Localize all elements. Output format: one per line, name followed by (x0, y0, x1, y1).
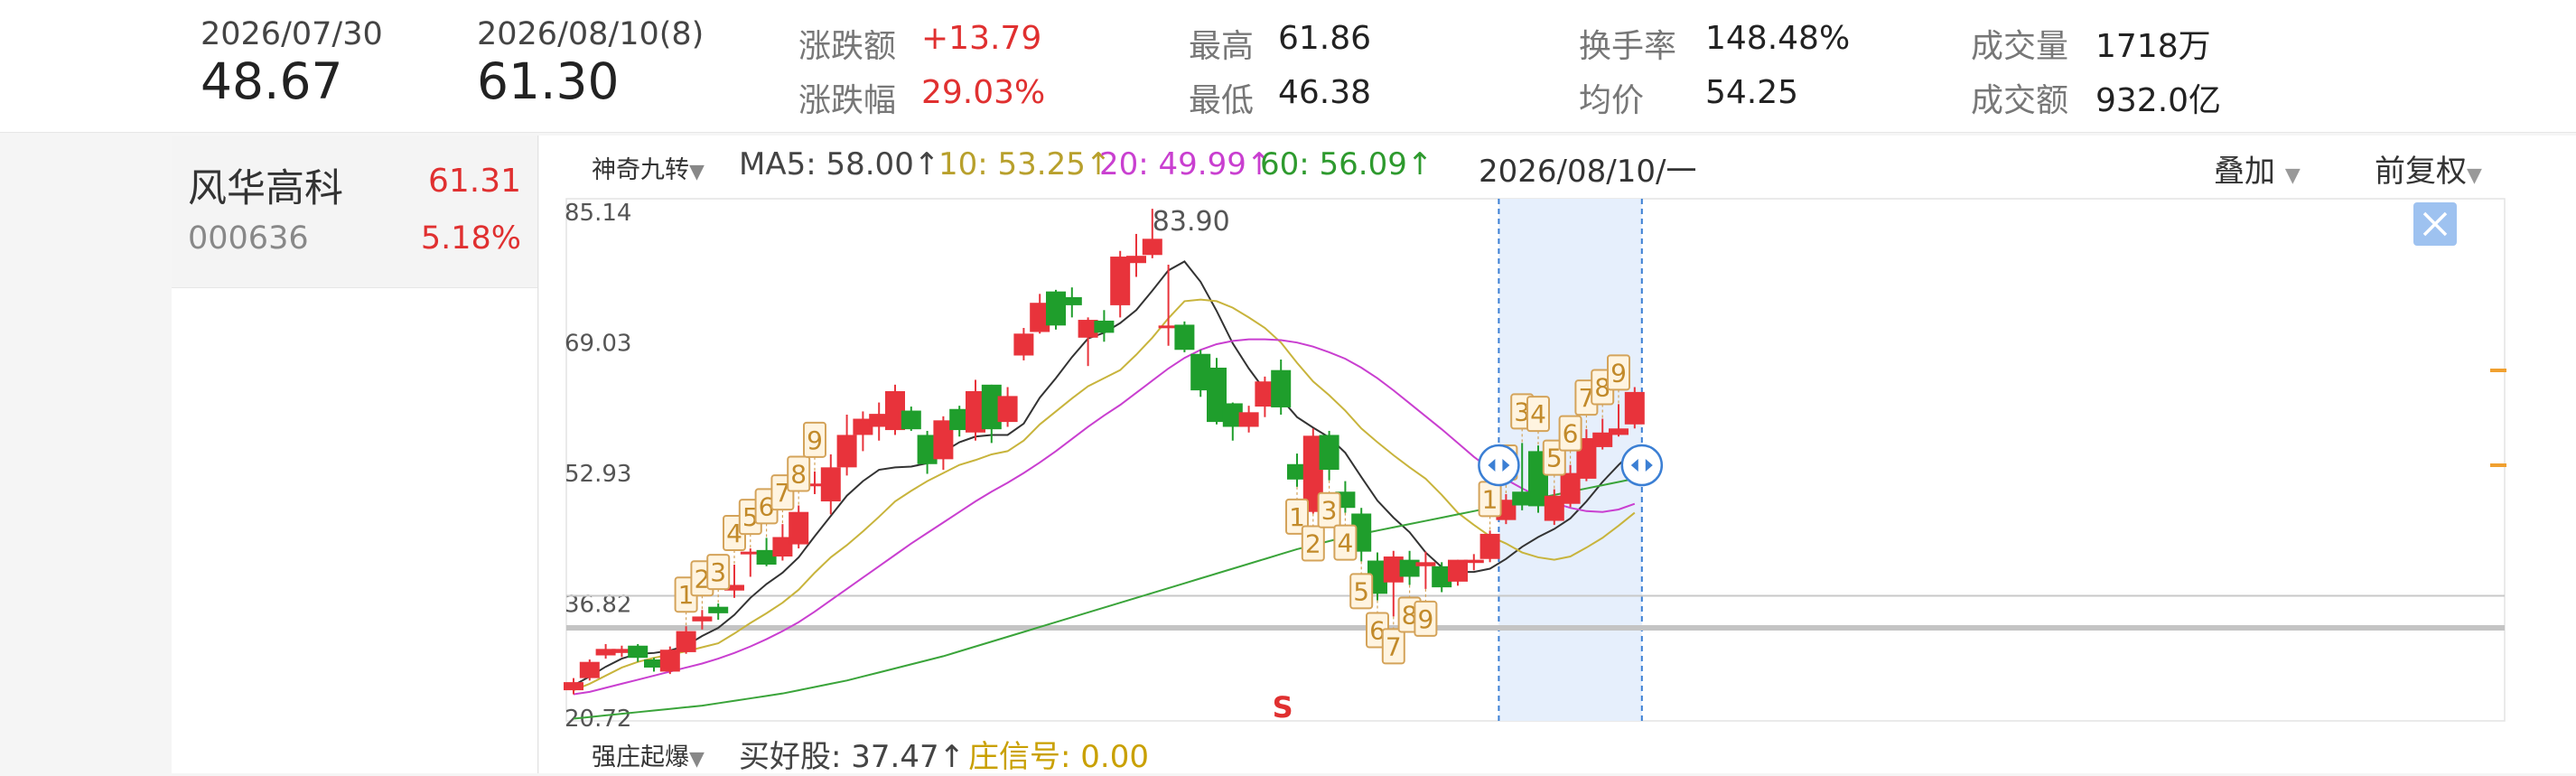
candle-body (692, 616, 713, 622)
low-label: 最低 (1189, 82, 1255, 119)
candle-body (1319, 435, 1339, 471)
avg-value: 54.25 (1705, 74, 1799, 111)
stock-code: 000636 (188, 220, 309, 257)
candle-body (1126, 256, 1146, 264)
chart-panel: 神奇九转▼ MA5: 58.00↑ 10: 53.25↑ 20: 49.99↑ … (539, 136, 2576, 775)
candle-body (1046, 291, 1066, 326)
nine-turn-up-label: 1 (1482, 484, 1498, 514)
turnover-label: 换手率 (1579, 28, 1677, 65)
candle-body (1110, 257, 1131, 305)
stock-change: 5.18% (420, 220, 521, 257)
stock-list: 风华高科 61.31 000636 5.18% (172, 136, 538, 773)
chevron-down-icon: ▼ (689, 748, 705, 771)
candle-body (628, 645, 649, 659)
nine-turn-up-label: 6 (1563, 419, 1579, 449)
amount-value: 932.0亿 (2095, 82, 2222, 119)
stock-item[interactable]: 风华高科 61.31 000636 5.18% (172, 136, 537, 288)
nine-turn-up-label: 9 (807, 425, 823, 455)
end-date: 2026/08/10(8) (477, 16, 705, 52)
stock-name: 风华高科 (188, 166, 343, 211)
candle-body (1624, 391, 1645, 425)
candle-body (1061, 296, 1082, 305)
candle-body (659, 650, 680, 672)
candle-body (564, 682, 583, 691)
candle-body (1013, 333, 1034, 356)
y-tick-label: 52.93 (565, 461, 631, 488)
nine-turn-up-label: 8 (790, 460, 807, 490)
change-pct-label: 涨跌幅 (798, 82, 897, 119)
range-handle[interactable] (1620, 444, 1664, 487)
nine-turn-down-label: 7 (1386, 631, 1402, 661)
nine-turn-up-label: 9 (1610, 358, 1627, 388)
stock-price: 61.31 (427, 163, 521, 200)
candle-body (1479, 533, 1500, 559)
candle-body (1415, 562, 1436, 566)
volume-value: 1718万 (2095, 28, 2211, 65)
high-label: 最高 (1189, 28, 1255, 65)
selection-band (1498, 199, 1642, 721)
range-handle[interactable] (1478, 444, 1520, 487)
candle-body (820, 467, 841, 502)
candlestick-chart[interactable]: 85.1469.0352.9336.8220.72123456789123456… (539, 136, 2576, 773)
candle-body (1174, 324, 1195, 351)
start-date: 2026/07/30 (201, 16, 383, 52)
candle-body (579, 661, 600, 678)
end-price: 61.30 (477, 52, 620, 110)
nine-turn-down-label: 4 (1337, 528, 1353, 558)
avg-label: 均价 (1579, 82, 1645, 119)
change-amt-label: 涨跌额 (798, 28, 897, 65)
candle-body (1094, 320, 1115, 333)
buy-indicator: 买好股: 37.47↑ (739, 739, 966, 775)
max-price-label: 83.90 (1153, 206, 1230, 238)
nine-turn-down-label: 2 (1305, 528, 1321, 558)
footer-indicator-dropdown[interactable]: 强庄起爆▼ (592, 737, 705, 772)
volume-label: 成交量 (1971, 28, 2069, 65)
candle-body (1238, 412, 1259, 427)
y-tick-label: 85.14 (565, 200, 631, 227)
candle-body (789, 511, 809, 545)
change-pct-value: 29.03% (921, 74, 1046, 111)
nine-turn-down-label: 3 (1321, 496, 1338, 526)
candle-body (997, 396, 1018, 423)
candle-body (901, 410, 921, 430)
nine-turn-up-label: 3 (710, 557, 726, 587)
amount-label: 成交额 (1971, 82, 2069, 119)
footer-indicator-label: 强庄起爆 (592, 743, 689, 771)
sell-marker: S (1273, 690, 1293, 725)
candle-body (1448, 559, 1468, 582)
candle-body (836, 435, 857, 468)
candle-body (1271, 369, 1292, 407)
high-value: 61.86 (1278, 20, 1372, 57)
nine-turn-down-label: 9 (1417, 604, 1433, 634)
start-price: 48.67 (201, 52, 343, 110)
summary-bar: 2026/07/30 48.67 2026/08/10(8) 61.30 涨跌额… (0, 0, 2576, 133)
nine-turn-down-label: 5 (1353, 576, 1369, 606)
y-tick-label: 69.03 (565, 331, 631, 358)
change-amt-value: +13.79 (921, 20, 1042, 57)
candle-body (1609, 428, 1629, 435)
candle-body (708, 606, 729, 613)
turnover-value: 148.48% (1705, 20, 1851, 57)
candle-body (1142, 238, 1162, 256)
nine-turn-up-label: 4 (1530, 399, 1546, 429)
low-value: 46.38 (1278, 74, 1372, 111)
signal-indicator: 庄信号: 0.00 (968, 739, 1149, 775)
candle-body (1463, 559, 1484, 564)
candle-body (676, 631, 696, 652)
